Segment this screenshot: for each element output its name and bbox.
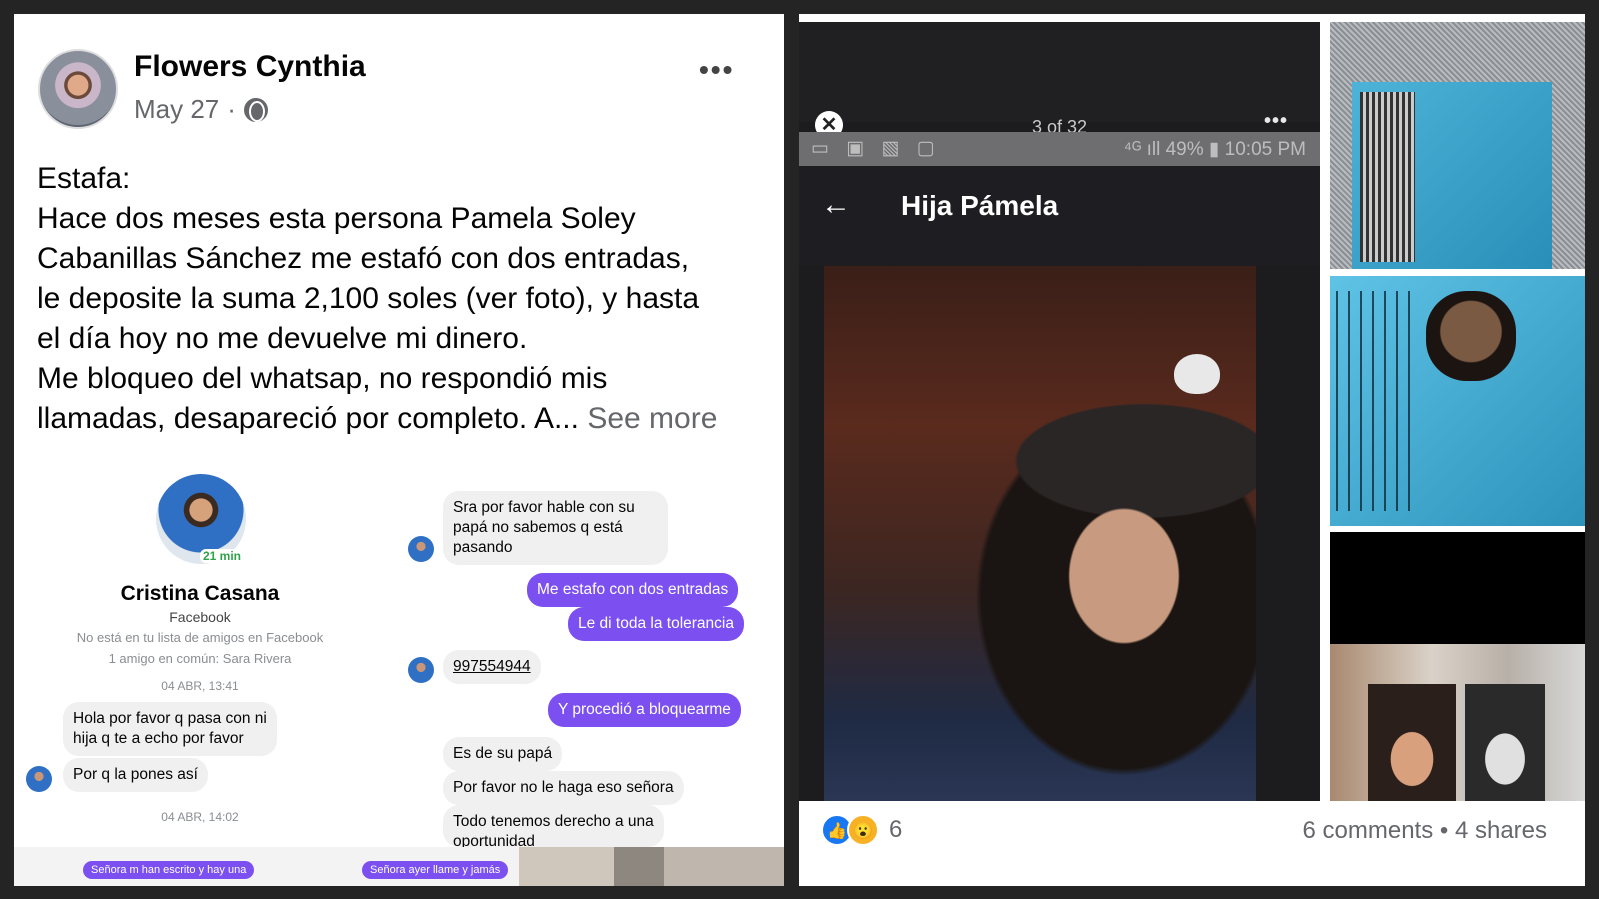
message-bubble: Señora ayer llame y jamás xyxy=(362,861,509,879)
post-date[interactable]: May 27 xyxy=(134,94,219,125)
contact-platform: Facebook xyxy=(169,609,231,625)
collage-frame: Flowers Cynthia May 27 · ••• Estafa: Hac… xyxy=(0,0,1599,899)
status-readout: ⁴ᴳ ıll 49% ▮ 10:05 PM xyxy=(1123,139,1306,160)
contact-name: Cristina Casana xyxy=(120,582,280,605)
post-meta: May 27 · xyxy=(134,94,268,125)
chat-timestamp: 04 ABR, 14:02 xyxy=(161,810,239,824)
message-bubble: Es de su papá xyxy=(443,737,563,771)
reaction-count: 6 xyxy=(889,816,903,843)
profile-photo xyxy=(824,266,1256,801)
meta-separator: · xyxy=(227,94,236,124)
comments-shares-link[interactable]: 6 comments • 4 shares xyxy=(1303,817,1548,845)
alien-logo xyxy=(1174,354,1220,394)
contact-title: Hija Pámela xyxy=(901,190,1059,221)
author-name[interactable]: Flowers Cynthia xyxy=(134,50,366,84)
active-status-badge: 21 min xyxy=(200,549,245,563)
whatsapp-contact-bar: ← Hija Pámela xyxy=(799,166,1320,266)
chat-timestamp: 04 ABR, 13:41 xyxy=(161,679,239,693)
more-options-icon[interactable]: ••• xyxy=(699,54,734,86)
message-bubble: Me estafo con dos entradas xyxy=(527,573,739,607)
not-friend-note: No está en tu lista de amigos en Faceboo… xyxy=(76,630,324,645)
message-bubble: Le di toda la tolerancia xyxy=(568,607,744,641)
mrz-lines xyxy=(1336,291,1416,511)
post-body: Estafa: Hace dos meses esta persona Pame… xyxy=(37,159,757,439)
sender-avatar xyxy=(26,766,52,792)
sender-avatar xyxy=(408,657,434,683)
message-bubble: Por q la pones así xyxy=(63,758,208,792)
selfie-face-right xyxy=(1465,684,1545,801)
mutual-friends: 1 amigo en común: Sara Rivera xyxy=(108,651,292,666)
see-more-link[interactable]: See more xyxy=(587,402,717,435)
message-bubble: Hola por favor q pasa con ni hija q te a… xyxy=(63,702,277,756)
status-icons: ▭ ▣ ▧ ▢ xyxy=(811,138,941,159)
viewer-header xyxy=(799,22,1320,122)
selfie-photo xyxy=(1330,644,1585,801)
message-bubble: 997554944 xyxy=(443,650,541,684)
phone-status-bar: ▭ ▣ ▧ ▢ ⁴ᴳ ıll 49% ▮ 10:05 PM xyxy=(799,132,1320,166)
message-bubble: Y procedió a bloquearme xyxy=(548,693,741,727)
message-bubble: Sra por favor hable con su papá no sabem… xyxy=(443,491,668,565)
sender-avatar xyxy=(408,536,434,562)
barcode-area xyxy=(1360,92,1415,262)
message-bubble: Todo tenemos derecho a una oportunidad xyxy=(443,805,664,847)
post-text: Estafa: Hace dos meses esta persona Pame… xyxy=(37,162,700,435)
cropped-screenshot-strip: Señora m han escrito y hay una Señora ay… xyxy=(14,847,784,886)
id-card-back-photo xyxy=(1330,22,1585,269)
message-bubble: Señora m han escrito y hay una xyxy=(83,861,255,879)
id-card-front-photo xyxy=(1330,276,1585,526)
more-options-icon[interactable]: ••• xyxy=(1264,110,1288,133)
chat-screenshot: 21 min Cristina Casana Facebook No está … xyxy=(14,469,784,886)
message-bubble: Por favor no le haga eso señora xyxy=(443,771,684,805)
back-arrow-icon[interactable]: ← xyxy=(821,188,851,222)
author-avatar[interactable] xyxy=(38,49,118,129)
selfie-face-left xyxy=(1368,684,1456,801)
photo-collage-panel: ✕ 3 of 32 ••• ▭ ▣ ▧ ▢ ⁴ᴳ ıll 49% ▮ 10:05… xyxy=(799,14,1585,886)
wow-reaction-icon: 😮 xyxy=(847,814,879,846)
black-area xyxy=(1330,532,1585,644)
globe-icon xyxy=(243,97,268,122)
reactions-summary[interactable]: 👍 😮 6 xyxy=(821,814,902,846)
facebook-post-panel: Flowers Cynthia May 27 · ••• Estafa: Hac… xyxy=(14,14,784,886)
photo-viewer-screenshot: ✕ 3 of 32 ••• ▭ ▣ ▧ ▢ ⁴ᴳ ıll 49% ▮ 10:05… xyxy=(799,22,1320,801)
id-portrait xyxy=(1426,291,1516,381)
